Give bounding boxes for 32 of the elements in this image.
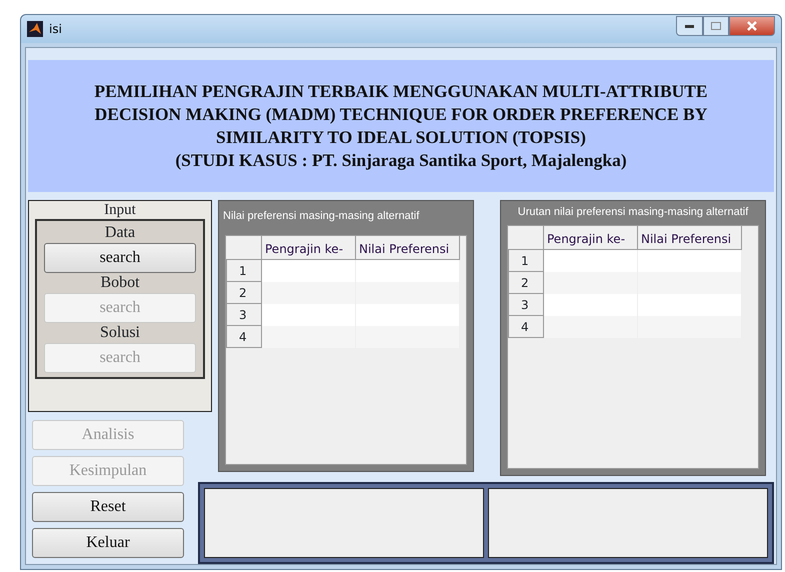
- header-title: PEMILIHAN PENGRAJIN TERBAIK MENGGUNAKAN MULTI-ATTRIBUTE: [94, 80, 708, 103]
- action-button[interactable]: Reset: [32, 492, 184, 522]
- minimize-icon: [685, 24, 694, 28]
- search-button[interactable]: search: [44, 243, 196, 273]
- row-header: 4: [226, 326, 262, 348]
- column-header: Pengrajin ke-: [262, 236, 356, 260]
- header-title: SIMILARITY TO IDEAL SOLUTION (TOPSIS): [216, 126, 586, 149]
- group-label: Solusi: [100, 323, 140, 343]
- row-header: 2: [508, 272, 544, 294]
- row-header: 3: [226, 304, 262, 326]
- group-label: Data: [104, 223, 136, 243]
- row-header: 3: [508, 294, 544, 316]
- column-header: Nilai Preferensi: [356, 236, 460, 260]
- minimize-button[interactable]: [676, 16, 703, 36]
- row-header: 4: [508, 316, 544, 338]
- row-header: 1: [226, 260, 262, 282]
- row-header: 2: [226, 282, 262, 304]
- app-icon: [27, 21, 43, 37]
- panel-title: Urutan nilai preferensi masing-masing alternatif: [516, 205, 750, 220]
- close-button[interactable]: [729, 16, 775, 36]
- window-title: isi: [49, 21, 62, 38]
- column-header: Nilai Preferensi: [638, 226, 742, 250]
- action-button[interactable]: Keluar: [32, 528, 184, 558]
- panel-title: Input: [104, 201, 136, 219]
- header-title: (STUDI KASUS : PT. Sinjaraga Santika Sport, Majalengka): [175, 149, 627, 172]
- group-label: Bobot: [100, 273, 140, 293]
- close-icon: [747, 21, 757, 31]
- panel-title: Nilai preferensi masing-masing alternatif: [222, 209, 420, 224]
- row-header: 1: [508, 250, 544, 272]
- maximize-icon: [711, 22, 721, 30]
- column-header: Pengrajin ke-: [544, 226, 638, 250]
- header-title: DECISION MAKING (MADM) TECHNIQUE FOR ORDER PREFERENCE BY: [94, 103, 708, 126]
